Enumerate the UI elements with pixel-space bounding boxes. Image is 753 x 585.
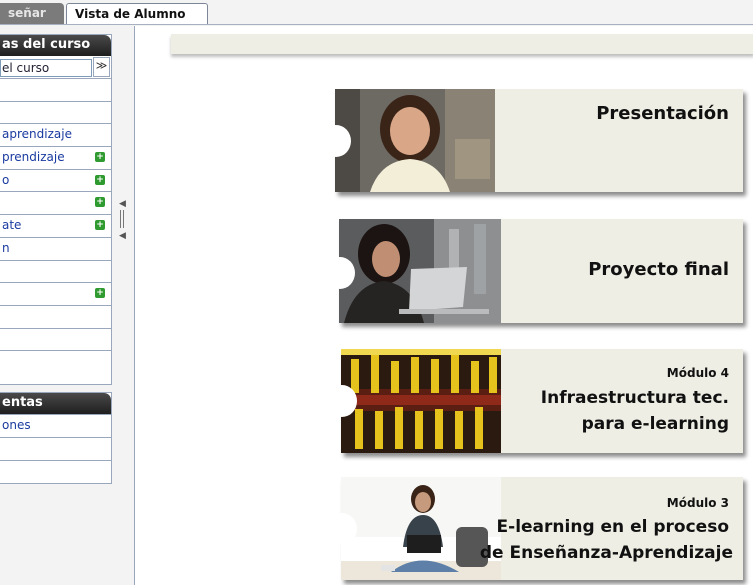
top-banner-strip bbox=[171, 34, 753, 54]
course-select[interactable]: el curso ≫ bbox=[0, 56, 111, 78]
tools-item[interactable] bbox=[0, 437, 111, 460]
course-nav-list: aprendizaje prendizaje + o + + ate + n + bbox=[0, 78, 111, 373]
modulo3-line1: E-learning en el proceso bbox=[496, 517, 729, 537]
course-nav-item[interactable]: + bbox=[0, 191, 111, 215]
card-modulo-3[interactable]: Módulo 3 E-learning en el proceso de Ens… bbox=[327, 477, 743, 580]
tab-bar-divider bbox=[0, 24, 753, 25]
presentacion-title: Presentación bbox=[596, 103, 729, 124]
arrow-left-icon: ◀ bbox=[119, 231, 126, 241]
handle-bar bbox=[123, 210, 124, 228]
course-panel-header: as del curso bbox=[0, 35, 111, 56]
modulo3-photo bbox=[341, 477, 501, 580]
plus-square-icon[interactable]: + bbox=[95, 152, 105, 163]
presentacion-photo bbox=[335, 89, 495, 192]
card-notch bbox=[327, 513, 357, 545]
card-notch bbox=[325, 257, 355, 289]
card-notch bbox=[321, 125, 351, 157]
tab-student-view[interactable]: Vista de Alumno bbox=[66, 3, 208, 25]
arrow-left-icon: ◀ bbox=[119, 199, 126, 209]
course-nav-item-label: ate bbox=[2, 218, 22, 233]
course-nav-item[interactable] bbox=[0, 304, 111, 328]
tab-bar: señar Vista de Alumno bbox=[0, 0, 753, 26]
plus-square-icon[interactable]: + bbox=[95, 220, 105, 231]
proyecto-photo bbox=[339, 219, 501, 323]
tab-teach[interactable]: señar bbox=[0, 3, 64, 25]
course-nav-item-label: prendizaje bbox=[2, 150, 65, 165]
proyecto-title: Proyecto final bbox=[588, 259, 729, 280]
course-nav-item[interactable] bbox=[0, 350, 111, 373]
course-nav-item-label: n bbox=[2, 240, 10, 255]
modulo4-photo bbox=[341, 349, 501, 453]
plus-square-icon[interactable]: + bbox=[95, 197, 105, 208]
course-nav-item[interactable]: aprendizaje bbox=[0, 123, 111, 147]
content-area: Presentación Proyecto final Módulo 4 Inf… bbox=[134, 26, 753, 585]
course-select-value[interactable]: el curso bbox=[0, 59, 92, 77]
tools-item[interactable] bbox=[0, 460, 111, 483]
course-nav-item[interactable]: prendizaje + bbox=[0, 146, 111, 169]
collapse-arrows-icon[interactable]: ◀ ◀ bbox=[117, 200, 127, 250]
course-nav-item[interactable] bbox=[0, 100, 111, 124]
modulo3-label: Módulo 3 bbox=[666, 496, 729, 510]
card-presentacion[interactable]: Presentación bbox=[321, 89, 743, 192]
plus-square-icon[interactable]: + bbox=[95, 174, 105, 185]
tools-panel-header: entas bbox=[0, 393, 111, 414]
tools-panel: entas ones bbox=[0, 392, 112, 484]
course-nav-item[interactable] bbox=[0, 259, 111, 283]
course-nav-item[interactable]: + bbox=[0, 282, 111, 305]
card-notch bbox=[327, 385, 357, 417]
course-nav-item[interactable] bbox=[0, 327, 111, 351]
handle-bar bbox=[120, 210, 121, 228]
plus-square-icon[interactable]: + bbox=[95, 288, 105, 299]
course-nav-item[interactable]: ate + bbox=[0, 214, 111, 237]
course-nav-item[interactable]: o + bbox=[0, 168, 111, 192]
modulo4-line1: Infraestructura tec. bbox=[540, 388, 729, 408]
course-nav-item-label: o bbox=[2, 172, 10, 187]
modulo4-label: Módulo 4 bbox=[666, 366, 729, 380]
card-modulo-4[interactable]: Módulo 4 Infraestructura tec. para e-lea… bbox=[327, 349, 743, 453]
modulo4-line2: para e-learning bbox=[581, 414, 729, 434]
chevron-double-down-icon[interactable]: ≫ bbox=[93, 57, 110, 77]
tools-item[interactable]: ones bbox=[0, 414, 111, 437]
card-proyecto-final[interactable]: Proyecto final bbox=[325, 219, 743, 323]
course-nav-item[interactable]: n bbox=[0, 236, 111, 260]
modulo3-line2: de Enseñanza-Aprendizaje bbox=[479, 543, 733, 563]
course-nav-item[interactable] bbox=[0, 78, 111, 101]
course-nav-item-label: aprendizaje bbox=[2, 127, 72, 142]
course-tools-panel: as del curso el curso ≫ aprendizaje prend… bbox=[0, 34, 112, 385]
